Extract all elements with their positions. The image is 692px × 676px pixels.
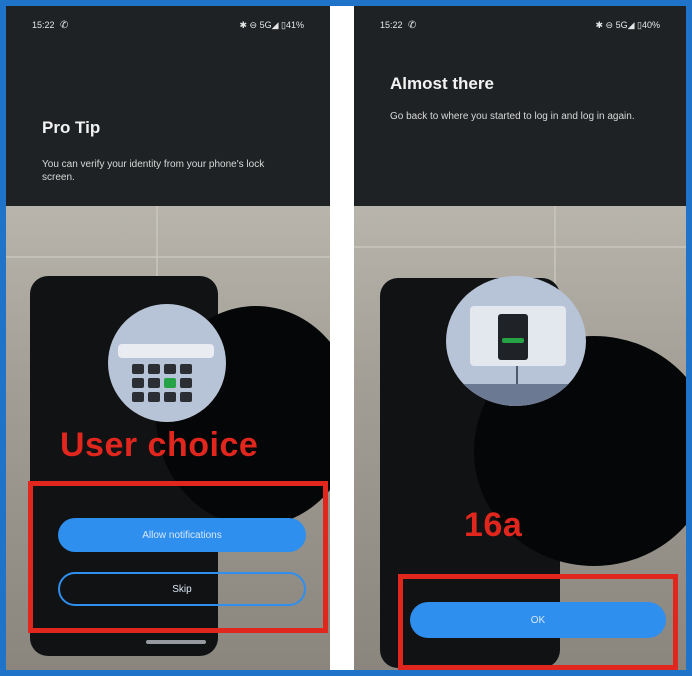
status-indicators: ✱ ⊖ 5G◢ ▯40% [595, 20, 660, 30]
computer-illustration [446, 276, 586, 406]
home-indicator [146, 640, 206, 644]
keypad-grid-icon [132, 364, 192, 402]
wall-tile-line [354, 246, 686, 248]
status-indicators: ✱ ⊖ 5G◢ ▯41% [239, 20, 304, 30]
annotation-label: 16a [464, 506, 523, 544]
page-title: Almost there [390, 74, 494, 93]
lock-screen-illustration [108, 304, 226, 422]
wall-tile-line [554, 196, 556, 296]
status-time: 15:22 [380, 20, 403, 30]
ok-button[interactable]: OK [410, 602, 666, 638]
status-bar: 15:22 ✆ ✱ ⊖ 5G◢ ▯40% [354, 20, 686, 36]
phone-icon [498, 314, 528, 360]
phone-call-icon: ✆ [60, 20, 69, 31]
panel-divider [330, 6, 354, 670]
page-description: You can verify your identity from your p… [42, 159, 265, 183]
annotation-highlight-box [28, 481, 328, 633]
desk-icon [446, 384, 586, 406]
phone-call-icon: ✆ [408, 20, 417, 31]
notification-card-icon [118, 344, 214, 358]
allow-notifications-button[interactable]: Allow notifications [58, 518, 306, 552]
page-description: Go back to where you started to log in a… [390, 111, 635, 122]
approve-bar-icon [502, 338, 524, 343]
left-phone-panel: 15:22 ✆ ✱ ⊖ 5G◢ ▯41% Pro Tip You can ver… [6, 6, 330, 670]
status-bar: 15:22 ✆ ✱ ⊖ 5G◢ ▯41% [6, 20, 330, 36]
monitor-stand-icon [516, 366, 518, 384]
status-time: 15:22 [32, 20, 55, 30]
page-title: Pro Tip [42, 118, 101, 137]
skip-button[interactable]: Skip [58, 572, 306, 606]
phone-screen-top [354, 6, 686, 206]
wall-tile-line [6, 256, 330, 258]
annotation-label: User choice [60, 426, 259, 464]
right-phone-panel: 15:22 ✆ ✱ ⊖ 5G◢ ▯40% Almost there Go bac… [354, 6, 686, 670]
